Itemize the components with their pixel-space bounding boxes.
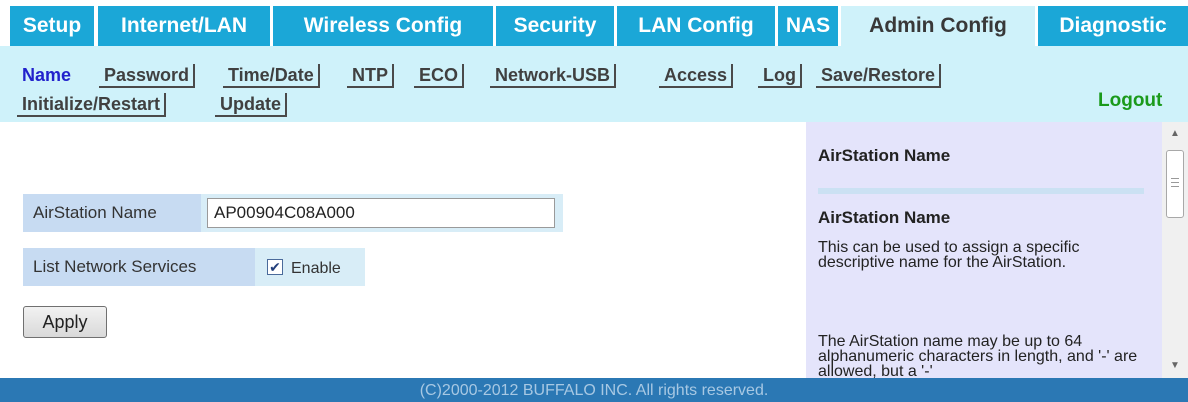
- logout-link[interactable]: Logout: [1098, 90, 1162, 112]
- help-scrollbar[interactable]: ▲ ▼: [1162, 122, 1188, 378]
- tab-diagnostic[interactable]: Diagnostic: [1038, 6, 1188, 46]
- tab-nas[interactable]: NAS: [778, 6, 838, 46]
- enable-checkbox[interactable]: ✔: [267, 259, 283, 275]
- list-network-services-cell: ✔ Enable: [255, 248, 365, 286]
- subnav-item-save-restore[interactable]: Save/Restore: [816, 64, 942, 88]
- help-divider: [818, 188, 1144, 194]
- scroll-down-arrow-icon[interactable]: ▼: [1162, 356, 1188, 376]
- tab-internet-lan[interactable]: Internet/LAN: [98, 6, 270, 46]
- footer-copyright: (C)2000-2012 BUFFALO INC. All rights res…: [0, 378, 1188, 402]
- list-network-services-label: List Network Services: [23, 248, 255, 286]
- subnav-item-update[interactable]: Update: [215, 93, 288, 117]
- help-paragraph-1: This can be used to assign a specific de…: [818, 239, 1080, 271]
- top-nav: Setup Internet/LAN Wireless Config Secur…: [0, 0, 1188, 46]
- subnav-item-name[interactable]: Name: [17, 64, 75, 88]
- help-panel: AirStation Name AirStation Name This can…: [806, 122, 1162, 378]
- sub-nav: Name Password Time/Date NTP ECO Network-…: [0, 46, 1188, 122]
- subnav-item-network-usb[interactable]: Network-USB: [490, 64, 617, 88]
- tab-security[interactable]: Security: [496, 6, 614, 46]
- airstation-name-input[interactable]: [207, 198, 555, 228]
- subnav-item-access[interactable]: Access: [659, 64, 734, 88]
- tab-admin-config[interactable]: Admin Config: [841, 6, 1035, 46]
- airstation-name-label: AirStation Name: [23, 194, 201, 232]
- subnav-item-initialize-restart[interactable]: Initialize/Restart: [17, 93, 167, 117]
- airstation-name-cell: [201, 194, 563, 232]
- scrollbar-thumb[interactable]: [1166, 150, 1184, 218]
- help-subtitle: AirStation Name: [818, 208, 951, 227]
- tab-setup[interactable]: Setup: [10, 6, 94, 46]
- tab-wireless-config[interactable]: Wireless Config: [273, 6, 493, 46]
- help-paragraph-2: The AirStation name may be up to 64 alph…: [818, 333, 1138, 379]
- scrollbar-grip-icon: [1171, 178, 1179, 187]
- enable-checkbox-label: Enable: [291, 260, 341, 277]
- apply-button[interactable]: Apply: [23, 306, 107, 338]
- tab-lan-config[interactable]: LAN Config: [617, 6, 775, 46]
- subnav-item-password[interactable]: Password: [99, 64, 196, 88]
- subnav-item-ntp[interactable]: NTP: [347, 64, 394, 88]
- subnav-item-log[interactable]: Log: [758, 64, 802, 88]
- subnav-item-eco[interactable]: ECO: [414, 64, 465, 88]
- scroll-up-arrow-icon[interactable]: ▲: [1162, 124, 1188, 144]
- help-title: AirStation Name: [818, 146, 951, 165]
- settings-form: AirStation Name List Network Services ✔ …: [0, 122, 806, 378]
- subnav-item-time-date[interactable]: Time/Date: [223, 64, 320, 88]
